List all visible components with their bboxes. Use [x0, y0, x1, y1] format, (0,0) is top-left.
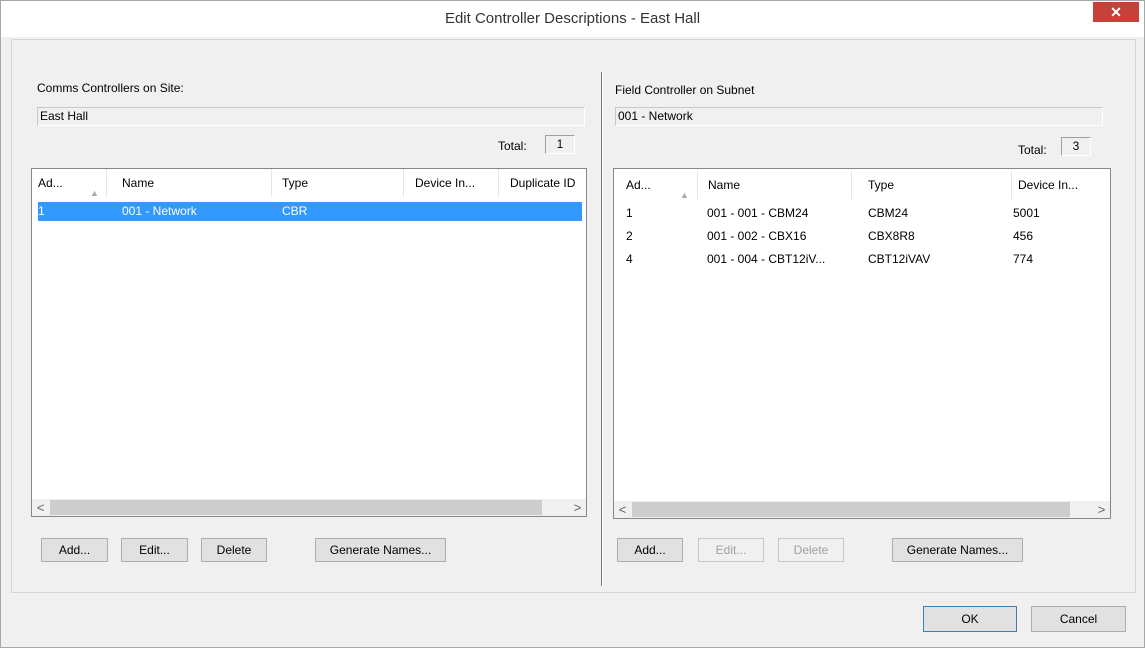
left-generate-names-button[interactable]: Generate Names... [315, 538, 446, 562]
left-total-label: Total: [498, 139, 527, 153]
site-field: East Hall [37, 107, 585, 126]
column-header-type[interactable]: Type [862, 171, 1012, 199]
table-row[interactable]: 1 001 - 001 - CBM24 CBM24 5001 [614, 204, 1110, 223]
scrollbar-thumb[interactable] [50, 500, 542, 515]
subnet-field: 001 - Network [615, 107, 1103, 126]
scroll-right-icon[interactable]: > [569, 499, 586, 516]
right-total-label: Total: [1018, 143, 1047, 157]
scrollbar-thumb[interactable] [632, 502, 1070, 517]
column-header-device-instance[interactable]: Device In... [409, 169, 499, 197]
comms-controllers-label: Comms Controllers on Site: [37, 81, 184, 95]
dialog-window: Edit Controller Descriptions - East Hall… [0, 0, 1145, 648]
right-generate-names-button[interactable]: Generate Names... [892, 538, 1023, 562]
table-row[interactable]: 2 001 - 002 - CBX16 CBX8R8 456 [614, 227, 1110, 246]
left-delete-button[interactable]: Delete [201, 538, 267, 562]
left-edit-button[interactable]: Edit... [121, 538, 188, 562]
field-controllers-list[interactable]: Ad... ▲ Name Type Device In... 1 001 - 0… [613, 168, 1111, 519]
column-header-name[interactable]: Name [116, 169, 272, 197]
scroll-left-icon[interactable]: < [614, 501, 631, 518]
right-delete-button[interactable]: Delete [778, 538, 844, 562]
right-edit-button[interactable]: Edit... [698, 538, 764, 562]
right-total-value: 3 [1061, 137, 1091, 156]
left-add-button[interactable]: Add... [41, 538, 108, 562]
sort-icon: ▲ [90, 188, 99, 197]
table-row[interactable]: 4 001 - 004 - CBT12iV... CBT12iVAV 774 [614, 250, 1110, 269]
scroll-right-icon[interactable]: > [1093, 501, 1110, 518]
horizontal-scrollbar[interactable]: < > [32, 499, 586, 516]
window-title: Edit Controller Descriptions - East Hall [444, 10, 701, 27]
column-header-address[interactable]: Ad... ▲ [32, 169, 107, 197]
column-header-duplicate-id[interactable]: Duplicate ID [504, 169, 586, 197]
close-icon[interactable]: ✕ [1093, 2, 1139, 22]
comms-controllers-list[interactable]: Ad... ▲ Name Type Device In... Duplicate… [31, 168, 587, 517]
column-header-type[interactable]: Type [276, 169, 404, 197]
column-header-name[interactable]: Name [702, 171, 852, 199]
list-header: Ad... ▲ Name Type Device In... [614, 171, 1110, 199]
list-header: Ad... ▲ Name Type Device In... Duplicate… [32, 169, 586, 197]
scroll-left-icon[interactable]: < [32, 499, 49, 516]
table-row[interactable]: 1 001 - Network CBR [38, 202, 582, 221]
column-header-address[interactable]: Ad... ▲ [620, 171, 698, 199]
field-controller-label: Field Controller on Subnet [615, 83, 755, 97]
right-add-button[interactable]: Add... [617, 538, 683, 562]
title-bar[interactable]: Edit Controller Descriptions - East Hall… [1, 1, 1144, 37]
ok-button[interactable]: OK [923, 606, 1017, 632]
horizontal-scrollbar[interactable]: < > [614, 501, 1110, 518]
left-total-value: 1 [545, 135, 575, 154]
panel-divider[interactable] [601, 72, 603, 586]
sort-icon: ▲ [680, 190, 689, 199]
column-header-device-instance[interactable]: Device In... [1012, 171, 1110, 199]
cancel-button[interactable]: Cancel [1031, 606, 1126, 632]
